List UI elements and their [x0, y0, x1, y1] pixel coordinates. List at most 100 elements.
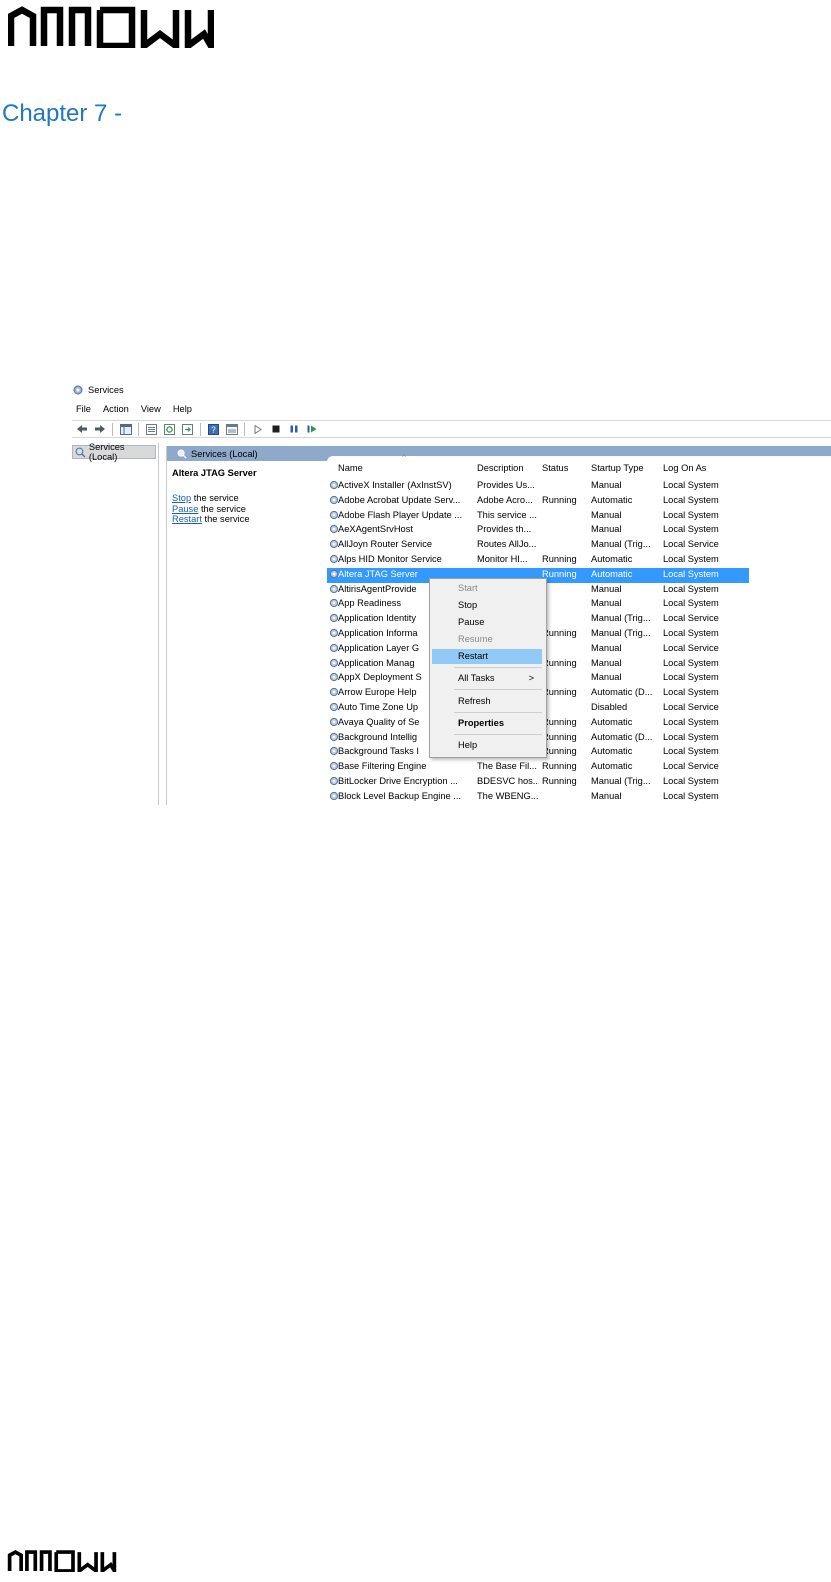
cell-status: Running	[542, 716, 577, 727]
menu-view[interactable]: View	[141, 404, 161, 414]
column-header-description[interactable]: Description	[477, 463, 524, 477]
console-tree: Services (Local)	[72, 442, 159, 805]
cell-name: Adobe Flash Player Update ...	[338, 509, 463, 520]
service-row[interactable]: Adobe Flash Player Update ... This servic…	[327, 509, 749, 524]
stop-service-link[interactable]: Stop	[172, 493, 191, 503]
help-icon[interactable]: ?	[206, 422, 221, 436]
toolbar-separator	[112, 422, 113, 436]
forward-arrow-icon[interactable]	[92, 422, 107, 436]
panel-header-title: Services (Local)	[191, 448, 258, 459]
context-menu-help[interactable]: Help	[432, 738, 542, 753]
context-menu-separator	[454, 667, 542, 668]
cell-startup: Automatic	[591, 494, 633, 505]
cell-status: Running	[542, 657, 577, 668]
menu-bar: File Action View Help	[76, 402, 192, 416]
submenu-chevron-icon: >	[528, 673, 534, 683]
menu-action[interactable]: Action	[103, 404, 129, 414]
service-row[interactable]: Adobe Acrobat Update Serv... Adobe Acro..…	[327, 494, 749, 509]
context-menu-restart[interactable]: Restart	[432, 649, 542, 664]
column-header-startup-type[interactable]: Startup Type	[591, 463, 644, 477]
column-header-log-on-as[interactable]: Log On As	[663, 463, 706, 477]
stop-service-icon[interactable]	[268, 422, 283, 436]
service-row[interactable]: AeXAgentSrvHost Provides th... Manual Local…	[327, 523, 749, 538]
arrow-logo-footer	[7, 1550, 117, 1572]
cell-description: BDESVC hos...	[477, 776, 539, 786]
export-list-icon[interactable]	[180, 422, 195, 436]
context-menu-separator	[454, 712, 542, 713]
start-service-icon[interactable]	[250, 422, 265, 436]
cell-logon: Local System	[663, 628, 719, 638]
context-menu-start[interactable]: Start	[432, 581, 542, 596]
cell-startup: Manual	[591, 598, 622, 609]
stop-action: Stop the service	[172, 493, 239, 503]
toolbar-separator	[200, 422, 201, 436]
restart-service-link[interactable]: Restart	[172, 514, 202, 524]
context-menu-refresh[interactable]: Refresh	[432, 694, 542, 709]
cell-logon: Local System	[663, 790, 719, 801]
title-bar: Services	[72, 382, 124, 398]
cell-logon: Local System	[663, 672, 719, 683]
cell-name: Base Filtering Engine	[338, 761, 427, 772]
column-header-status[interactable]: Status	[542, 463, 568, 477]
sort-indicator-icon: ^	[402, 453, 406, 462]
cell-description: Adobe Acro...	[477, 494, 533, 505]
properties-icon[interactable]	[224, 422, 239, 436]
restart-action-text: the service	[201, 514, 250, 524]
cell-startup: Manual	[591, 480, 622, 490]
selected-service-title: Altera JTAG Server	[172, 468, 257, 478]
refresh-icon[interactable]	[162, 422, 177, 436]
service-row[interactable]: ActiveX Installer (AxInstSV) Provides Us.…	[327, 479, 749, 494]
cell-status: Running	[542, 731, 577, 742]
menu-help[interactable]: Help	[173, 404, 192, 414]
service-row[interactable]: Alps HID Monitor Service Monitor HI... Run…	[327, 553, 749, 568]
pause-service-link[interactable]: Pause	[172, 504, 198, 514]
cell-startup: Manual (Trig...	[591, 776, 651, 786]
cell-logon: Local System	[663, 776, 719, 786]
cell-description: Routes AllJo...	[477, 539, 537, 550]
cell-name: ActiveX Installer (AxInstSV)	[338, 480, 452, 490]
service-row[interactable]: Base Filtering Engine The Base Fil... Runn…	[327, 760, 749, 775]
stop-action-text: the service	[191, 493, 239, 503]
cell-logon: Local System	[663, 509, 719, 520]
chapter-heading: Chapter 7 -	[2, 100, 123, 127]
cell-startup: Manual (Trig...	[591, 628, 651, 638]
show-console-tree-icon[interactable]	[118, 422, 133, 436]
back-arrow-icon[interactable]	[74, 422, 89, 436]
pause-action-text: the service	[198, 503, 246, 514]
cell-status: Running	[542, 761, 577, 772]
cell-startup: Automatic	[591, 568, 633, 579]
service-row[interactable]: AllJoyn Router Service Routes AllJo... Man…	[327, 538, 749, 553]
all-tasks-label: All Tasks	[458, 673, 495, 683]
cell-logon: Local Service	[663, 642, 719, 653]
context-menu-stop[interactable]: Stop	[432, 598, 542, 613]
cell-startup: Manual	[591, 672, 622, 683]
services-list: ^ Name Description Status Startup Type L…	[327, 453, 831, 805]
context-menu-pause[interactable]: Pause	[432, 615, 542, 630]
services-magnifier-icon	[75, 447, 86, 457]
list-view-icon[interactable]	[144, 422, 159, 436]
column-header-name[interactable]: Name	[338, 463, 363, 477]
menu-file[interactable]: File	[76, 404, 91, 414]
cell-status: Running	[542, 776, 577, 786]
cell-description: The WBENG...	[477, 790, 539, 801]
service-row[interactable]: BitLocker Drive Encryption ... BDESVC hos…	[327, 775, 749, 790]
cell-status: Running	[542, 628, 577, 638]
restart-service-icon[interactable]	[304, 422, 319, 436]
restart-action: Restart the service	[172, 514, 250, 524]
cell-description: Provides Us...	[477, 480, 535, 490]
context-menu-all-tasks[interactable]: All Tasks >	[432, 671, 542, 686]
cell-logon: Local System	[663, 746, 719, 757]
cell-logon: Local System	[663, 494, 719, 505]
tree-item-services-local[interactable]: Services (Local)	[72, 442, 156, 462]
toolbar: ?	[72, 420, 831, 438]
cell-status: Running	[542, 568, 577, 579]
pause-action: Pause the service	[172, 504, 246, 514]
service-row[interactable]: Block Level Backup Engine ... The WBENG..…	[327, 790, 749, 805]
cell-logon: Local System	[663, 657, 719, 668]
context-menu-properties[interactable]: Properties	[432, 716, 542, 731]
pause-service-icon[interactable]	[286, 422, 301, 436]
context-menu-separator	[454, 689, 542, 690]
services-magnifier-icon	[177, 449, 187, 459]
cell-name: AeXAgentSrvHost	[338, 524, 413, 535]
context-menu-resume[interactable]: Resume	[432, 632, 542, 647]
